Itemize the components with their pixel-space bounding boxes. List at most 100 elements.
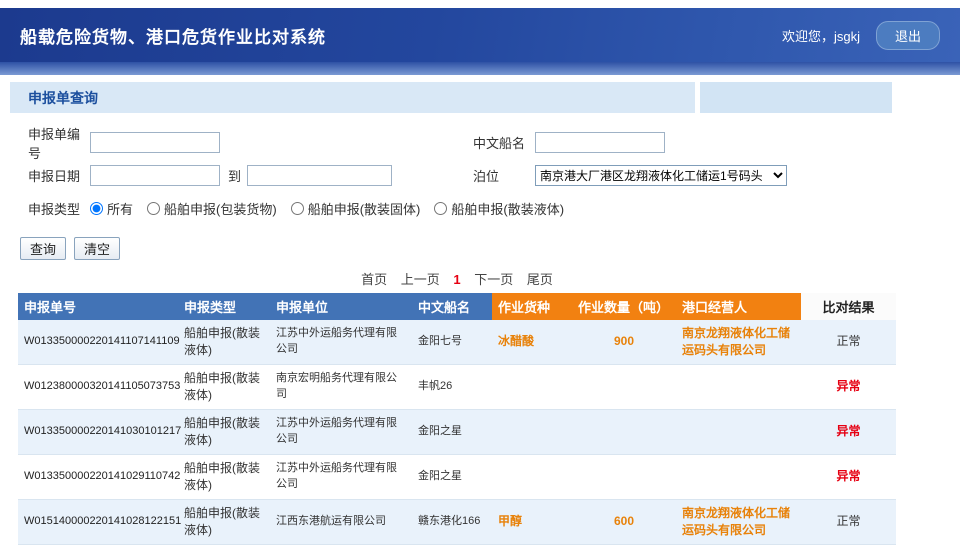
section-title: 申报单查询 — [28, 88, 98, 108]
cell-declaration-no: W013350000220141029110742 — [18, 467, 178, 487]
cell-declaration-no: W013350000220141030101217 — [18, 422, 178, 442]
cell-port-operator — [676, 475, 801, 479]
cell-compare-result: 正常 — [801, 331, 896, 352]
app-header: 船载危险货物、港口危货作业比对系统 欢迎您，jsgkj 退出 — [0, 8, 960, 62]
pagination-current-page: 1 — [453, 272, 460, 287]
th-port-operator: 港口经营人 — [676, 293, 801, 320]
cell-declare-unit: 江西东港航运有限公司 — [270, 512, 412, 532]
declaration-no-label: 申报单编号 — [28, 124, 90, 162]
cell-compare-result: 正常 — [801, 511, 896, 532]
query-form: 申报单编号 中文船名 申报日期 到 泊位 南京港大厂港区龙翔液体化工储运1号码头… — [0, 113, 960, 225]
radio-bulk-solid-input[interactable] — [291, 202, 304, 215]
table-row: W013350000220141107141109 船舶申报(散装液体) 江苏中… — [18, 320, 896, 365]
date-to-input[interactable] — [247, 165, 392, 186]
cell-cargo-type: 冰醋酸 — [492, 331, 572, 352]
declare-date-label: 申报日期 — [28, 166, 90, 185]
cell-ship-name: 金阳七号 — [412, 332, 492, 352]
pagination-prev[interactable]: 上一页 — [401, 272, 440, 287]
form-row-1-right: 中文船名 — [473, 132, 665, 153]
cell-quantity — [572, 475, 676, 479]
section-header: 申报单查询 — [10, 82, 892, 113]
ship-name-label: 中文船名 — [473, 133, 535, 152]
th-cargo-type: 作业货种 — [492, 293, 572, 320]
cell-declare-unit: 江苏中外运船务代理有限公司 — [270, 459, 412, 495]
cell-port-operator: 南京龙翔液体化工储运码头有限公司 — [676, 503, 801, 542]
cell-quantity: 600 — [572, 511, 676, 532]
berth-select[interactable]: 南京港大厂港区龙翔液体化工储运1号码头 — [535, 165, 787, 186]
ship-name-input[interactable] — [535, 132, 665, 153]
pagination-first[interactable]: 首页 — [361, 272, 387, 287]
cell-cargo-type — [492, 475, 572, 479]
cell-cargo-type — [492, 430, 572, 434]
cell-port-operator — [676, 385, 801, 389]
pagination-next[interactable]: 下一页 — [474, 272, 513, 287]
cell-declare-unit: 江苏中外运船务代理有限公司 — [270, 414, 412, 450]
page: 船载危险货物、港口危货作业比对系统 欢迎您，jsgkj 退出 申报单查询 申报单… — [0, 8, 960, 545]
pagination: 首页 上一页 1 下一页 尾页 — [18, 269, 896, 288]
cell-declare-unit: 江苏中外运船务代理有限公司 — [270, 324, 412, 360]
cell-ship-name: 丰帆26 — [412, 377, 492, 397]
clear-button[interactable]: 清空 — [74, 237, 120, 260]
declare-type-radio-group: 所有 船舶申报(包装货物) 船舶申报(散装固体) 船舶申报(散装液体) — [90, 199, 564, 218]
date-from-input[interactable] — [90, 165, 220, 186]
berth-label: 泊位 — [473, 166, 535, 185]
header-user-area: 欢迎您，jsgkj 退出 — [782, 21, 940, 50]
declaration-no-input[interactable] — [90, 132, 220, 153]
radio-all-label: 所有 — [107, 199, 133, 218]
cell-declare-type: 船舶申报(散装液体) — [178, 323, 270, 362]
cell-declaration-no: W015140000220141028122151 — [18, 512, 178, 532]
table-header-row: 申报单号 申报类型 申报单位 中文船名 作业货种 作业数量（吨） 港口经营人 比… — [18, 293, 896, 320]
form-row-2: 申报日期 到 泊位 南京港大厂港区龙翔液体化工储运1号码头 — [28, 159, 960, 192]
query-button[interactable]: 查询 — [20, 237, 66, 260]
radio-all[interactable]: 所有 — [90, 199, 133, 218]
radio-all-input[interactable] — [90, 202, 103, 215]
radio-packaged-label: 船舶申报(包装货物) — [164, 199, 277, 218]
table-row: W013350000220141030101217 船舶申报(散装液体) 江苏中… — [18, 410, 896, 455]
cell-declare-type: 船舶申报(散装液体) — [178, 413, 270, 452]
th-declare-type: 申报类型 — [178, 293, 270, 320]
date-to-label: 到 — [228, 166, 241, 185]
th-ship-name: 中文船名 — [412, 293, 492, 320]
welcome-text: 欢迎您，jsgkj — [782, 26, 860, 45]
cell-ship-name: 金阳之星 — [412, 467, 492, 487]
radio-bulk-liquid[interactable]: 船舶申报(散装液体) — [434, 199, 564, 218]
cell-declaration-no: W012380000320141105073753 — [18, 377, 178, 397]
cell-quantity: 900 — [572, 331, 676, 352]
section-bar-right-segment — [700, 82, 892, 113]
table-row: W013350000220141029110742 船舶申报(散装液体) 江苏中… — [18, 455, 896, 500]
cell-compare-result: 异常 — [801, 466, 896, 487]
cell-compare-result: 异常 — [801, 376, 896, 397]
cell-quantity — [572, 385, 676, 389]
section-title-bar: 申报单查询 — [10, 82, 695, 113]
form-row-2-right: 泊位 南京港大厂港区龙翔液体化工储运1号码头 — [473, 165, 787, 186]
radio-packaged[interactable]: 船舶申报(包装货物) — [147, 199, 277, 218]
cell-declare-unit: 南京宏明船务代理有限公司 — [270, 369, 412, 405]
form-row-1: 申报单编号 中文船名 — [28, 126, 960, 159]
radio-bulk-solid[interactable]: 船舶申报(散装固体) — [291, 199, 421, 218]
results-table: 申报单号 申报类型 申报单位 中文船名 作业货种 作业数量（吨） 港口经营人 比… — [18, 293, 896, 545]
pagination-last[interactable]: 尾页 — [527, 272, 553, 287]
table-row: W015140000220141028122151 船舶申报(散装液体) 江西东… — [18, 500, 896, 545]
radio-bulk-liquid-input[interactable] — [434, 202, 447, 215]
cell-compare-result: 异常 — [801, 421, 896, 442]
cell-port-operator: 南京龙翔液体化工储运码头有限公司 — [676, 323, 801, 362]
declare-type-label: 申报类型 — [28, 199, 90, 218]
table-row: W012380000320141105073753 船舶申报(散装液体) 南京宏… — [18, 365, 896, 410]
cell-ship-name: 赣东港化166 — [412, 512, 492, 532]
th-compare-result: 比对结果 — [801, 293, 896, 320]
form-row-3: 申报类型 所有 船舶申报(包装货物) 船舶申报(散装固体) 船舶申报(散装液体) — [28, 192, 960, 225]
cell-cargo-type — [492, 385, 572, 389]
radio-packaged-input[interactable] — [147, 202, 160, 215]
cell-quantity — [572, 430, 676, 434]
th-quantity: 作业数量（吨） — [572, 293, 676, 320]
cell-cargo-type: 甲醇 — [492, 511, 572, 532]
cell-declare-type: 船舶申报(散装液体) — [178, 458, 270, 497]
cell-declaration-no: W013350000220141107141109 — [18, 332, 178, 352]
app-title: 船载危险货物、港口危货作业比对系统 — [20, 23, 326, 48]
th-declare-unit: 申报单位 — [270, 293, 412, 320]
cell-declare-type: 船舶申报(散装液体) — [178, 503, 270, 542]
th-declaration-no: 申报单号 — [18, 293, 178, 320]
cell-declare-type: 船舶申报(散装液体) — [178, 368, 270, 407]
cell-port-operator — [676, 430, 801, 434]
logout-button[interactable]: 退出 — [876, 21, 940, 50]
